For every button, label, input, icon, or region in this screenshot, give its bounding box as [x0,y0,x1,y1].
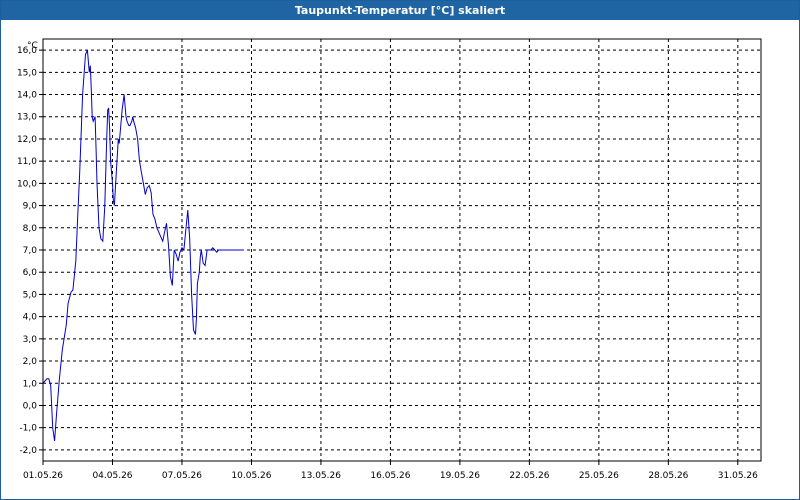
y-tick-label: 0,0 [23,401,38,411]
y-axis-ticks: -2,0 -1,0 0,0 1,0 2,0 3,0 4,0 5,0 6,0 7,0 8,0 9,0 10… [17,46,37,456]
y-tick-label: 9,0 [23,202,38,212]
y-tick-label: 6,0 [23,268,38,278]
x-tick-label: 04.05.26 [92,471,132,481]
x-tick-label: 28.05.26 [648,471,688,481]
x-tick-label: 19.05.26 [440,471,480,481]
y-tick-label: 3,0 [23,335,38,345]
x-tick-label: 01.05.26 [23,471,63,481]
y-tick-label: 5,0 [23,290,38,300]
y-axis-unit-label: °C [27,41,38,51]
y-tick-label: 15,0 [17,68,37,78]
x-tick-label: 13.05.26 [301,471,341,481]
y-tick-label: 7,0 [23,246,38,256]
y-tick-label: 10,0 [17,179,37,189]
y-tick-label: -1,0 [19,424,37,434]
x-tick-label: 10.05.26 [231,471,271,481]
x-tick-label: 07.05.26 [162,471,202,481]
x-tick-label: 31.05.26 [718,471,758,481]
x-tick-label: 16.05.26 [370,471,410,481]
y-tick-label: 4,0 [23,313,38,323]
y-tick-label: -2,0 [19,446,37,456]
y-tick-label: 12,0 [17,135,37,145]
y-tick-label: 11,0 [17,157,37,167]
y-tick-label: 14,0 [17,91,37,101]
plot-area [42,38,762,462]
x-tick-label: 25.05.26 [579,471,619,481]
y-tick-label: 2,0 [23,357,38,367]
y-tick-label: 13,0 [17,113,37,123]
y-tick-label: 1,0 [23,379,38,389]
x-axis-ticks: 01.05.26 04.05.26 07.05.26 10.05.26 13.05.26… [23,471,758,481]
dewpoint-chart: -2,0 -1,0 0,0 1,0 2,0 3,0 4,0 5,0 6,0 7,0 8,0 9,0 10… [17,38,762,481]
y-tick-label: 8,0 [23,224,38,234]
x-tick-label: 22.05.26 [509,471,549,481]
